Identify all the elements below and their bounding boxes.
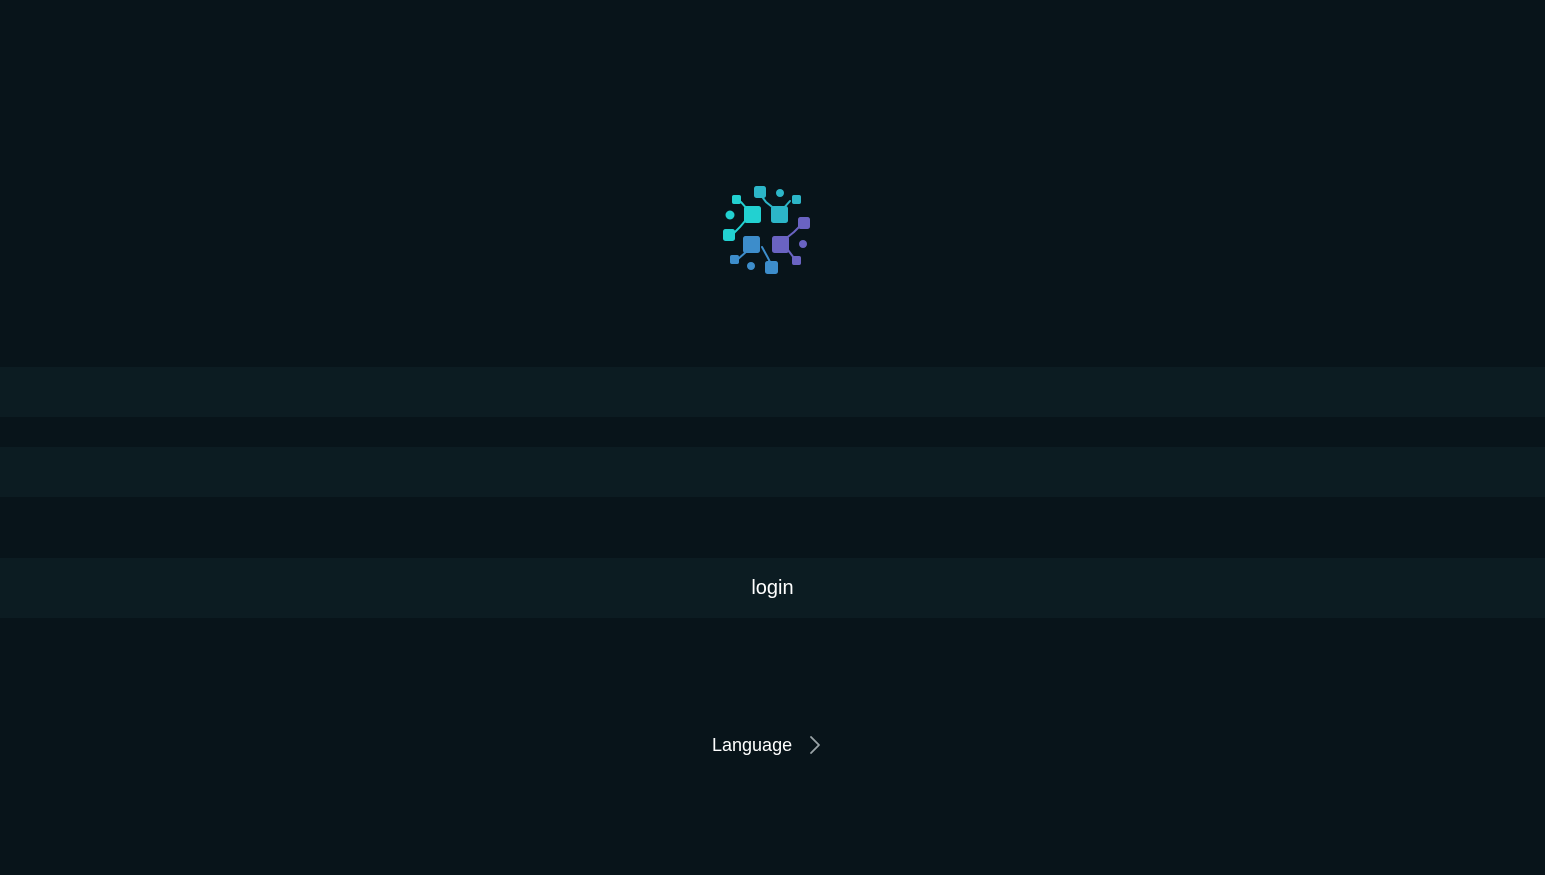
login-screen: login Language (0, 0, 1545, 875)
login-button[interactable]: login (0, 558, 1545, 618)
language-label: Language (712, 734, 793, 755)
chevron-right-icon (810, 736, 820, 754)
language-selector[interactable]: Language (700, 730, 834, 760)
password-input[interactable] (0, 447, 1545, 497)
app-logo-icon (723, 186, 810, 274)
username-input[interactable] (0, 367, 1545, 417)
